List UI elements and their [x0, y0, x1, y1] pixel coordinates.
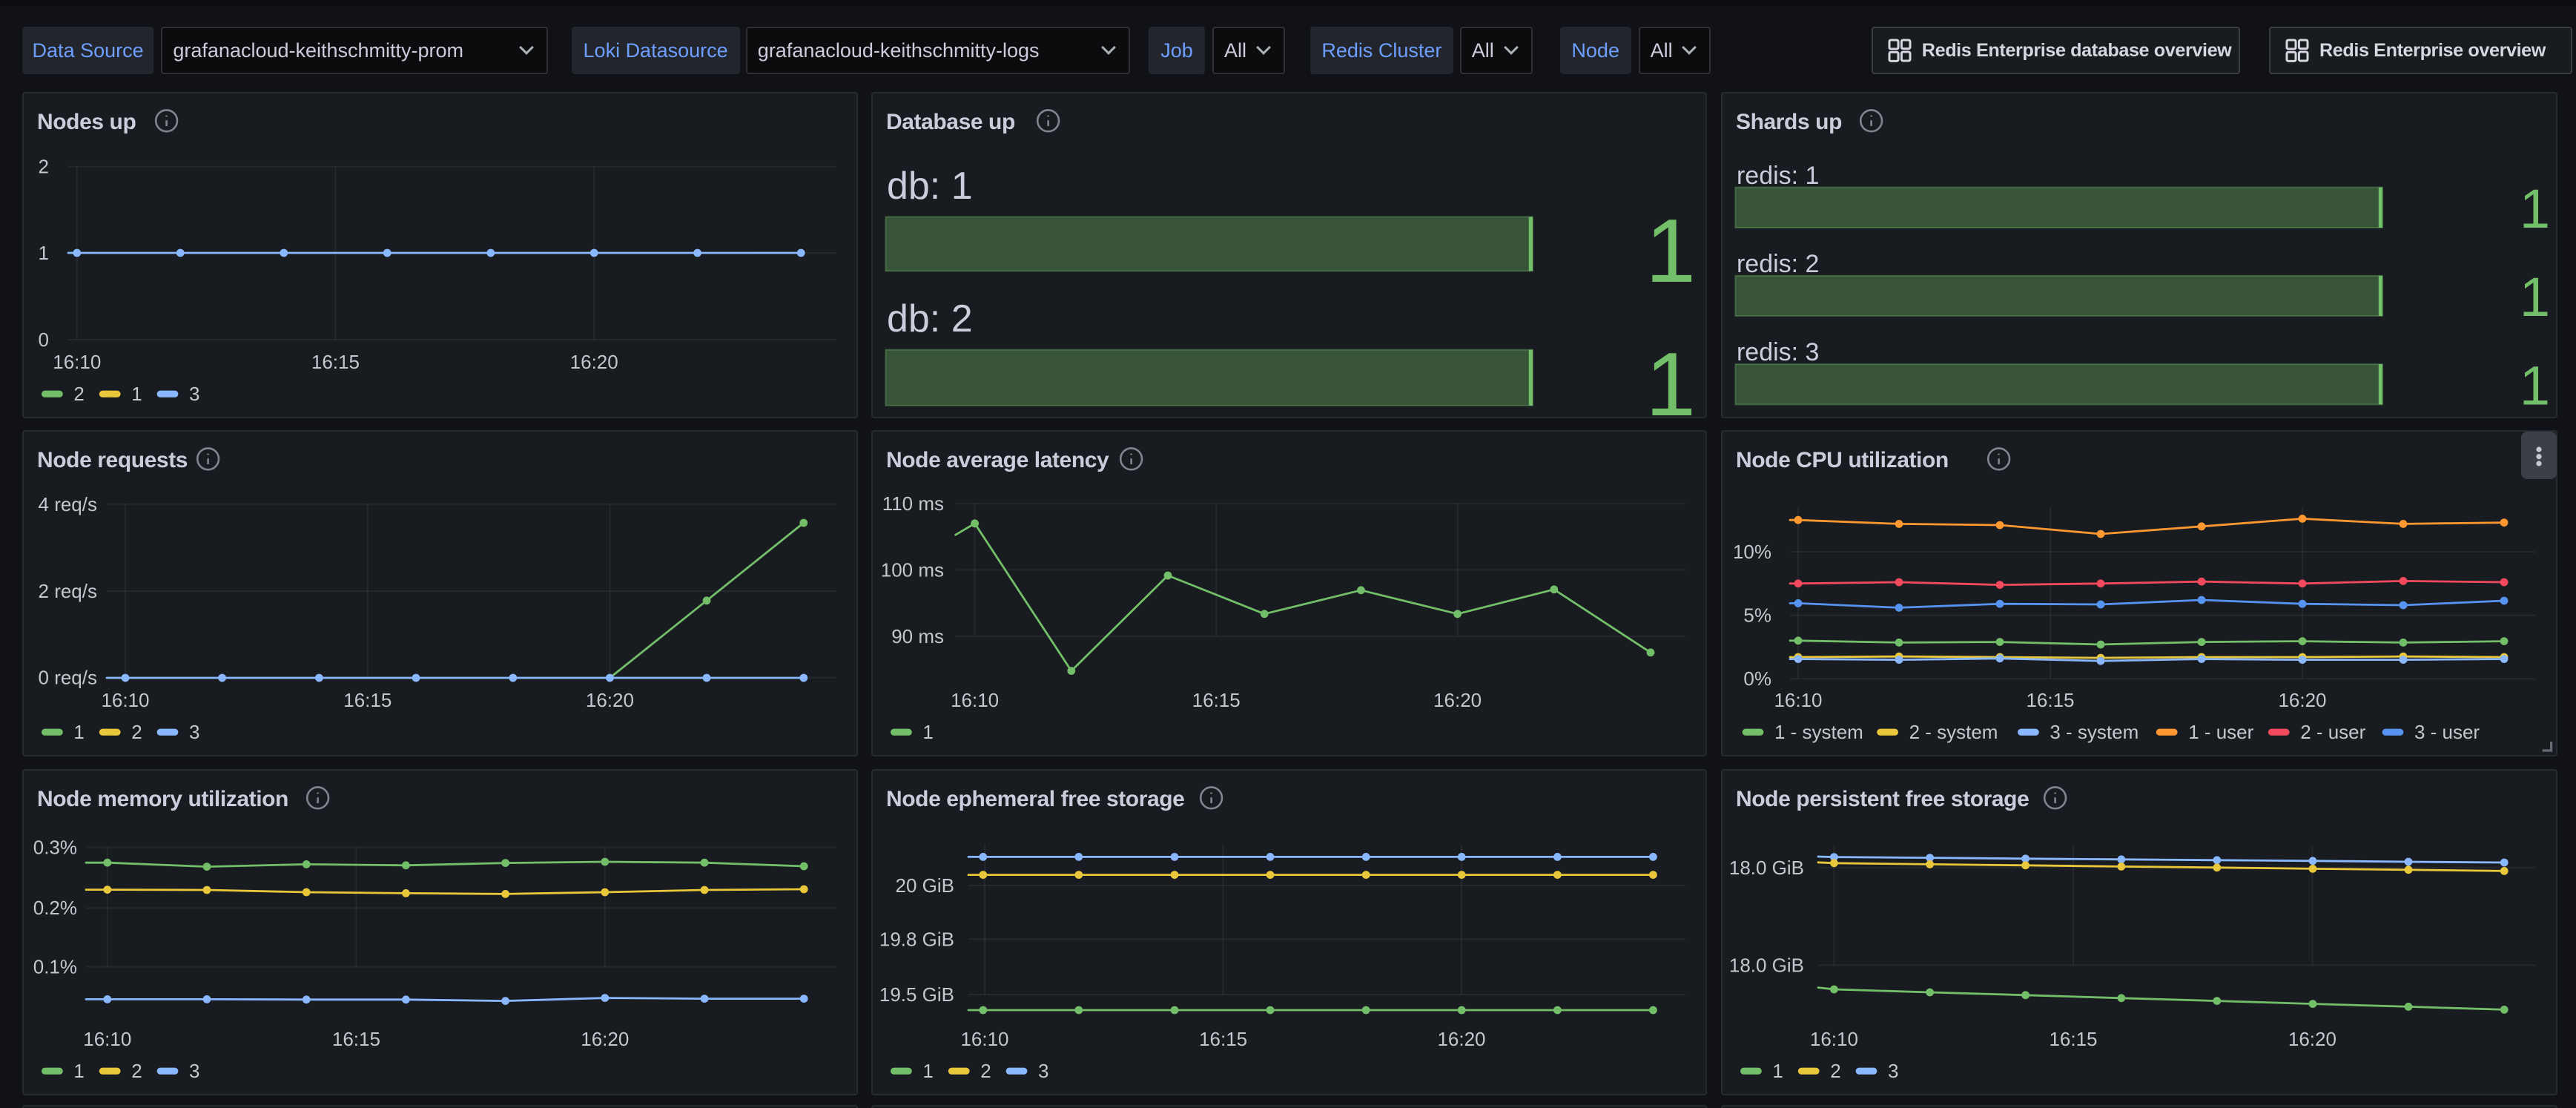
svg-text:1: 1 [1772, 1060, 1783, 1082]
svg-text:1: 1 [39, 242, 49, 264]
svg-text:Nodes up: Nodes up [37, 110, 136, 134]
svg-text:3 - system: 3 - system [2050, 721, 2139, 743]
svg-text:2: 2 [131, 1060, 142, 1082]
svg-text:2: 2 [73, 383, 84, 405]
svg-text:Database up: Database up [886, 110, 1015, 134]
svg-text:16:15: 16:15 [332, 1028, 380, 1050]
svg-text:16:10: 16:10 [951, 689, 999, 711]
svg-text:16:10: 16:10 [53, 351, 101, 373]
svg-text:16:15: 16:15 [343, 689, 392, 711]
svg-text:10%: 10% [1733, 541, 1771, 563]
svg-text:1: 1 [2520, 178, 2550, 240]
svg-text:5%: 5% [1743, 604, 1771, 627]
svg-text:1: 1 [1646, 200, 1697, 301]
svg-text:Node CPU utilization: Node CPU utilization [1736, 448, 1949, 472]
svg-text:16:20: 16:20 [2288, 1028, 2336, 1050]
svg-text:19.8 GiB: 19.8 GiB [879, 928, 954, 950]
svg-text:Node average latency: Node average latency [886, 448, 1109, 472]
svg-text:redis: 2: redis: 2 [1737, 250, 1819, 278]
svg-text:3 - user: 3 - user [2414, 721, 2480, 743]
svg-text:3: 3 [189, 721, 199, 743]
svg-text:16:20: 16:20 [570, 351, 618, 373]
svg-text:16:20: 16:20 [2278, 689, 2326, 711]
svg-text:1 - system: 1 - system [1774, 721, 1863, 743]
svg-text:16:20: 16:20 [581, 1028, 629, 1050]
svg-text:16:10: 16:10 [961, 1028, 1009, 1050]
svg-text:4 req/s: 4 req/s [39, 493, 97, 515]
svg-text:3: 3 [1038, 1060, 1048, 1082]
svg-text:16:15: 16:15 [1199, 1028, 1247, 1050]
svg-text:0%: 0% [1743, 667, 1771, 690]
svg-text:3: 3 [189, 1060, 199, 1082]
svg-text:Node requests: Node requests [37, 448, 188, 472]
svg-text:2: 2 [981, 1060, 991, 1082]
svg-text:1: 1 [73, 1060, 84, 1082]
svg-text:3: 3 [189, 383, 199, 405]
svg-text:1 - user: 1 - user [2188, 721, 2253, 743]
svg-text:1: 1 [923, 1060, 934, 1082]
svg-text:db: 2: db: 2 [887, 297, 973, 340]
svg-text:2 req/s: 2 req/s [39, 580, 97, 602]
svg-text:Shards up: Shards up [1736, 110, 1842, 134]
svg-text:16:15: 16:15 [1192, 689, 1241, 711]
svg-text:16:15: 16:15 [2049, 1028, 2097, 1050]
svg-text:20 GiB: 20 GiB [896, 874, 954, 897]
svg-text:Node ephemeral free storage: Node ephemeral free storage [886, 787, 1184, 811]
svg-text:1: 1 [2520, 266, 2550, 328]
svg-text:0.2%: 0.2% [33, 897, 77, 919]
svg-text:3: 3 [1888, 1060, 1898, 1082]
svg-text:16:10: 16:10 [1810, 1028, 1858, 1050]
svg-text:16:20: 16:20 [1433, 689, 1482, 711]
svg-text:16:10: 16:10 [101, 689, 149, 711]
svg-text:db: 1: db: 1 [887, 165, 973, 208]
svg-text:redis: 1: redis: 1 [1737, 162, 1819, 190]
svg-text:18.0 GiB: 18.0 GiB [1729, 954, 1804, 976]
svg-text:2 - system: 2 - system [1909, 721, 1998, 743]
svg-text:1: 1 [923, 721, 934, 743]
svg-text:16:10: 16:10 [1774, 689, 1822, 711]
svg-text:16:15: 16:15 [311, 351, 360, 373]
svg-text:90 ms: 90 ms [892, 625, 945, 647]
svg-text:2 - user: 2 - user [2300, 721, 2365, 743]
svg-text:2: 2 [1830, 1060, 1840, 1082]
svg-text:1: 1 [73, 721, 84, 743]
svg-text:16:10: 16:10 [83, 1028, 131, 1050]
svg-text:1: 1 [2520, 355, 2550, 417]
svg-text:16:20: 16:20 [1438, 1028, 1486, 1050]
svg-text:Node persistent free storage: Node persistent free storage [1736, 787, 2029, 811]
svg-text:16:20: 16:20 [586, 689, 634, 711]
svg-text:110 ms: 110 ms [882, 492, 944, 515]
svg-text:16:15: 16:15 [2026, 689, 2074, 711]
svg-text:19.5 GiB: 19.5 GiB [879, 983, 954, 1006]
svg-text:2: 2 [39, 156, 49, 178]
svg-text:18.0 GiB: 18.0 GiB [1729, 857, 1804, 879]
svg-text:1: 1 [1646, 334, 1697, 420]
svg-text:0.1%: 0.1% [33, 955, 77, 977]
svg-text:redis: 3: redis: 3 [1737, 338, 1819, 366]
svg-text:100 ms: 100 ms [881, 559, 944, 581]
svg-text:Node memory utilization: Node memory utilization [37, 787, 288, 811]
svg-text:0 req/s: 0 req/s [39, 667, 97, 689]
svg-text:2: 2 [131, 721, 142, 743]
svg-text:1: 1 [131, 383, 142, 405]
svg-text:0.3%: 0.3% [33, 836, 77, 858]
svg-text:0: 0 [39, 329, 49, 351]
